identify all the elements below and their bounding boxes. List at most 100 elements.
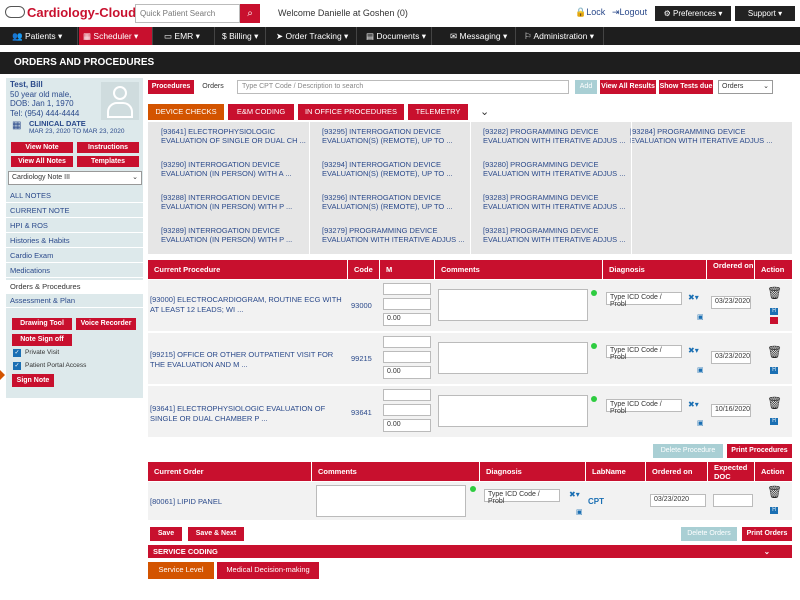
units-input[interactable]: 0.00 <box>383 366 431 379</box>
tab-device-checks[interactable]: DEVICE CHECKS <box>148 104 224 120</box>
quick-patient-search-input[interactable]: Quick Patient Search <box>135 4 240 23</box>
clear-icon[interactable]: ✖▾ <box>569 490 580 499</box>
check-item[interactable]: [93641] ELECTROPHYSIOLOGIC EVALUATION OF… <box>158 124 316 155</box>
sign-note-button[interactable]: Sign Note <box>12 374 54 387</box>
save-icon[interactable]: ▣ <box>697 313 704 321</box>
show-tests-due-button[interactable]: Show Tests due <box>659 80 713 94</box>
templates-button[interactable]: Templates <box>77 156 139 167</box>
drawing-tool-button[interactable]: Drawing Tool <box>12 318 72 330</box>
print-orders-button[interactable]: Print Orders <box>742 527 792 541</box>
check-item[interactable]: [93294] INTERROGATION DEVICE EVALUATION(… <box>319 157 477 188</box>
icd-input[interactable]: Type ICD Code / Probl <box>484 489 560 505</box>
modifier-input[interactable] <box>383 283 431 295</box>
print-procedures-button[interactable]: Print Procedures <box>727 444 792 458</box>
chevron-down-icon[interactable]: ⌄ <box>764 545 770 558</box>
check-item[interactable]: [93280] PROGRAMMING DEVICE EVALUATION WI… <box>480 157 638 188</box>
lock-link[interactable]: 🔒Lock <box>575 7 605 18</box>
trash-icon[interactable]: 🗑 <box>767 396 782 410</box>
private-visit-checkbox[interactable]: ✓ <box>13 349 21 357</box>
note-template-select[interactable]: Cardiology Note III ⌄ <box>8 171 142 185</box>
ordered-on-input[interactable]: 03/23/2020 <box>711 296 751 309</box>
history-badge[interactable]: H <box>770 507 778 514</box>
check-item[interactable]: [93283] PROGRAMMING DEVICE EVALUATION WI… <box>480 190 638 221</box>
check-item[interactable]: [93288] INTERROGATION DEVICE EVALUATION … <box>158 190 316 221</box>
comments-textarea[interactable] <box>438 289 588 321</box>
add-button[interactable]: Add <box>575 80 597 94</box>
voice-recorder-button[interactable]: Voice Recorder <box>76 318 136 330</box>
order-date-input[interactable]: 03/23/2020 <box>650 494 706 507</box>
nav-billing[interactable]: $ Billing ▾ <box>218 27 266 45</box>
order-comments-textarea[interactable] <box>316 485 466 517</box>
expected-doc-input[interactable] <box>713 494 753 507</box>
trash-icon[interactable]: 🗑 <box>767 286 782 300</box>
menu-medications[interactable]: Medications <box>6 264 143 278</box>
clear-icon[interactable]: ✖▾ <box>688 293 699 302</box>
check-item[interactable]: [93279] PROGRAMMING DEVICE EVALUATION WI… <box>319 223 477 254</box>
icd-input[interactable]: Type ICD Code / Probl <box>606 399 682 415</box>
procedure-name-link[interactable]: [93000] ELECTROCARDIOGRAM, ROUTINE ECG W… <box>150 295 346 315</box>
check-item[interactable]: [93296] INTERROGATION DEVICE EVALUATION(… <box>319 190 477 221</box>
view-all-results-button[interactable]: View All Results <box>600 80 656 94</box>
order-name-link[interactable]: [80061] LIPID PANEL <box>150 497 222 506</box>
tab-telemetry[interactable]: TELEMETRY <box>408 104 468 120</box>
flag-icon[interactable] <box>770 317 778 324</box>
procedure-name-link[interactable]: [93641] ELECTROPHYSIOLOGIC EVALUATION OF… <box>150 404 346 424</box>
history-badge[interactable]: H <box>770 308 778 315</box>
check-item[interactable]: [93289] INTERROGATION DEVICE EVALUATION … <box>158 223 316 254</box>
modifier-input[interactable] <box>383 298 431 310</box>
check-item[interactable]: [93290] INTERROGATION DEVICE EVALUATION … <box>158 157 316 188</box>
units-input[interactable]: 0.00 <box>383 419 431 432</box>
menu-histories-habits[interactable]: Histories & Habits <box>6 234 143 248</box>
check-item[interactable]: [93284] PROGRAMMING DEVICE EVALUATION WI… <box>627 124 785 155</box>
nav-patients[interactable]: 👥 Patients ▾ <box>8 27 78 45</box>
ordered-on-input[interactable]: 10/16/2020 <box>711 404 751 417</box>
comments-textarea[interactable] <box>438 395 588 427</box>
tab-in-office-procedures[interactable]: IN OFFICE PROCEDURES <box>298 104 404 120</box>
note-sign-off-button[interactable]: Note Sign off <box>12 334 72 346</box>
ordered-on-input[interactable]: 03/23/2020 <box>711 351 751 364</box>
nav-messaging[interactable]: ✉ Messaging ▾ <box>446 27 516 45</box>
orders-select[interactable]: Orders ⌄ <box>718 80 773 94</box>
view-all-notes-button[interactable]: View All Notes <box>11 156 73 167</box>
nav-scheduler[interactable]: ▦ Scheduler ▾ <box>79 27 153 45</box>
chevron-down-icon[interactable]: ⌄ <box>480 105 489 118</box>
instructions-button[interactable]: Instructions <box>77 142 139 153</box>
preferences-menu[interactable]: ⚙ Preferences ▾ <box>655 6 731 21</box>
check-item[interactable]: [93295] INTERROGATION DEVICE EVALUATION(… <box>319 124 477 155</box>
view-note-button[interactable]: View Note <box>11 142 73 153</box>
nav-emr[interactable]: ▭ EMR ▾ <box>160 27 215 45</box>
clear-icon[interactable]: ✖▾ <box>688 400 699 409</box>
save-button[interactable]: Save <box>150 527 182 541</box>
units-input[interactable]: 0.00 <box>383 313 431 326</box>
save-next-button[interactable]: Save & Next <box>188 527 244 541</box>
app-logo[interactable]: Cardiology-Cloud <box>5 5 136 20</box>
support-menu[interactable]: Support ▾ <box>735 6 795 21</box>
modifier-input[interactable] <box>383 351 431 363</box>
trash-icon[interactable]: 🗑 <box>767 345 782 359</box>
menu-current-note[interactable]: CURRENT NOTE <box>6 204 143 218</box>
save-icon[interactable]: ▣ <box>697 366 704 374</box>
history-badge[interactable]: H <box>770 367 778 374</box>
medical-decision-making-tab[interactable]: Medical Decision-making <box>217 562 319 579</box>
history-badge[interactable]: H <box>770 418 778 425</box>
save-icon[interactable]: ▣ <box>576 508 583 516</box>
delete-orders-button[interactable]: Delete Orders <box>681 527 737 541</box>
patient-portal-checkbox[interactable]: ✓ <box>13 362 21 370</box>
modifier-input[interactable] <box>383 336 431 348</box>
procedures-tab[interactable]: Procedures <box>148 80 194 94</box>
modifier-input[interactable] <box>383 404 431 416</box>
save-icon[interactable]: ▣ <box>697 419 704 427</box>
menu-hpi-ros[interactable]: HPI & ROS <box>6 219 143 233</box>
orders-tab[interactable]: Orders <box>196 80 230 94</box>
comments-textarea[interactable] <box>438 342 588 374</box>
clear-icon[interactable]: ✖▾ <box>688 346 699 355</box>
check-item[interactable]: [93281] PROGRAMMING DEVICE EVALUATION WI… <box>480 223 638 254</box>
delete-procedure-button[interactable]: Delete Procedure <box>653 444 723 458</box>
collapse-arrow-icon[interactable] <box>0 370 5 380</box>
tab-em-coding[interactable]: E&M CODING <box>228 104 294 120</box>
search-button[interactable]: ⌕ <box>240 4 260 23</box>
modifier-input[interactable] <box>383 389 431 401</box>
check-item[interactable]: [93282] PROGRAMMING DEVICE EVALUATION WI… <box>480 124 638 155</box>
icd-input[interactable]: Type ICD Code / Probl <box>606 345 682 361</box>
menu-assessment-plan[interactable]: Assessment & Plan <box>6 294 143 308</box>
